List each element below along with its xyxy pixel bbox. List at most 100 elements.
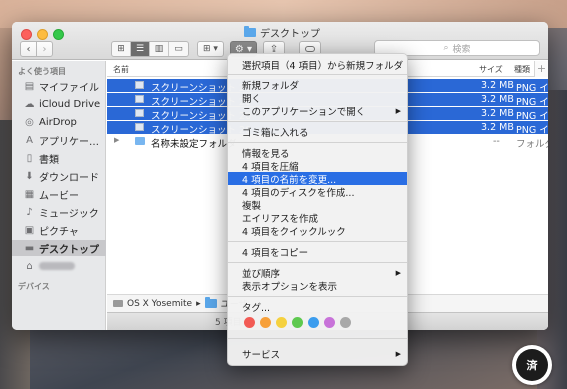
submenu-arrow-icon: ▶ (395, 349, 401, 358)
tag-green-dot[interactable] (292, 317, 303, 328)
music-icon: ♪ (26, 206, 33, 218)
sidebar-heading-devices: デバイス (18, 282, 50, 291)
airdrop-icon: ◎ (25, 116, 34, 128)
context-menu: 選択項目（4 項目）から新規フォルダ 新規フォルダ 開く このアプリケーションで… (227, 53, 408, 366)
menu-item-duplicate[interactable]: 複製 (228, 198, 407, 212)
fullscreen-window-button[interactable] (53, 29, 64, 40)
file-kind: フォルダ (516, 139, 548, 150)
column-view-icon[interactable]: ▥ (150, 42, 169, 56)
sidebar-item-home[interactable]: ⌂ (12, 258, 106, 274)
sidebar-heading-favorites: よく使う項目 (18, 67, 66, 76)
sidebar-item-pictures[interactable]: ▣ ピクチャ (12, 222, 106, 238)
add-column-button[interactable]: + (534, 61, 548, 77)
menu-separator (228, 296, 407, 297)
file-name: 名称未設定フォルダ (151, 139, 237, 150)
menu-item-show-view-options[interactable]: 表示オプションを表示 (228, 279, 407, 293)
sidebar: よく使う項目 ▤ マイファイル ☁ iCloud Drive ◎ AirDrop… (12, 61, 106, 330)
folder-icon (244, 25, 256, 37)
sidebar-item-desktop[interactable]: ▬ デスクトップ (12, 240, 106, 256)
file-kind: PNG イ (516, 111, 548, 122)
sidebar-item-music[interactable]: ♪ ミュージック (12, 204, 106, 220)
file-kind: PNG イ (516, 125, 548, 136)
menu-item-sort-by[interactable]: 並び順序 ▶ (228, 266, 407, 280)
coverflow-view-icon[interactable]: ▭ (169, 42, 188, 56)
pictures-icon: ▣ (24, 224, 35, 236)
path-item-volume[interactable]: OS X Yosemite (127, 299, 192, 309)
menu-item-quick-look[interactable]: 4 項目をクイックルック (228, 224, 407, 238)
menu-item-rename[interactable]: 4 項目の名前を変更... (228, 172, 407, 186)
list-view-icon[interactable]: ☰ (131, 42, 150, 56)
forward-button[interactable]: › (36, 41, 53, 57)
tag-purple-dot[interactable] (324, 317, 335, 328)
minimize-window-button[interactable] (37, 29, 48, 40)
path-separator-icon: ▸ (196, 298, 201, 309)
file-size: -- (493, 136, 500, 147)
column-header-name[interactable]: 名前 (113, 64, 129, 75)
image-file-icon (135, 123, 144, 131)
sidebar-item-movies[interactable]: ▦ ムービー (12, 186, 106, 202)
sidebar-item-downloads[interactable]: ⬇ ダウンロード (12, 168, 106, 184)
file-size: 3.2 MB (481, 122, 514, 133)
menu-item-open-with[interactable]: このアプリケーションで開く ▶ (228, 104, 407, 118)
sidebar-item-applications[interactable]: A アプリケー… (12, 132, 106, 148)
watermark-badge: 済 (512, 345, 552, 385)
close-window-button[interactable] (21, 29, 32, 40)
menu-item-burn-to-disc[interactable]: 4 項目のディスクを作成... (228, 185, 407, 199)
movies-icon: ▦ (24, 188, 35, 200)
image-file-icon (135, 109, 144, 117)
home-folder-name-redacted (39, 262, 75, 270)
tag-orange-dot[interactable] (260, 317, 271, 328)
tag-color-picker (244, 317, 351, 328)
menu-separator (228, 74, 407, 75)
cloud-icon: ☁ (24, 98, 35, 110)
menu-item-services[interactable]: サービス ▶ (228, 347, 407, 361)
sidebar-item-all-my-files[interactable]: ▤ マイファイル (12, 78, 106, 94)
file-kind: PNG イ (516, 83, 548, 94)
menu-item-make-alias[interactable]: エイリアスを作成 (228, 211, 407, 225)
home-icon: ⌂ (26, 260, 33, 272)
downloads-icon: ⬇ (25, 170, 34, 182)
menu-separator (228, 241, 407, 242)
file-size: 3.2 MB (481, 108, 514, 119)
menu-item-move-to-trash[interactable]: ゴミ箱に入れる (228, 125, 407, 139)
menu-item-get-info[interactable]: 情報を見る (228, 146, 407, 160)
submenu-arrow-icon: ▶ (395, 268, 401, 277)
column-header-kind[interactable]: 種類 (514, 64, 530, 75)
sidebar-item-airdrop[interactable]: ◎ AirDrop (12, 114, 106, 130)
menu-item-open[interactable]: 開く (228, 91, 407, 105)
menu-item-new-folder[interactable]: 新規フォルダ (228, 78, 407, 92)
view-mode-selector: ⊞ ☰ ▥ ▭ (111, 41, 189, 57)
file-size: 3.2 MB (481, 80, 514, 91)
menu-item-new-folder-with-selection[interactable]: 選択項目（4 項目）から新規フォルダ (228, 58, 407, 72)
search-placeholder: 検索 (452, 44, 471, 55)
tag-gray-dot[interactable] (340, 317, 351, 328)
menu-item-tags[interactable]: タグ... (228, 300, 407, 314)
image-file-icon (135, 95, 144, 103)
tag-icon (305, 46, 315, 52)
desktop-icon: ▬ (24, 242, 35, 254)
menu-item-compress[interactable]: 4 項目を圧縮 (228, 159, 407, 173)
arrange-button[interactable]: ⊞ ▾ (197, 41, 224, 57)
file-size: 3.2 MB (481, 94, 514, 105)
window-title: デスクトップ (244, 25, 320, 40)
documents-icon: ▯ (26, 152, 33, 164)
tag-yellow-dot[interactable] (276, 317, 287, 328)
tag-red-dot[interactable] (244, 317, 255, 328)
menu-separator (228, 142, 407, 143)
tag-blue-dot[interactable] (308, 317, 319, 328)
sidebar-item-documents[interactable]: ▯ 書類 (12, 150, 106, 166)
file-kind: PNG イ (516, 97, 548, 108)
folder-icon (135, 137, 145, 145)
window-title-text: デスクトップ (260, 28, 320, 40)
menu-separator (228, 262, 407, 263)
column-header-size[interactable]: サイズ (479, 64, 503, 75)
disclosure-triangle-icon[interactable]: ▶ (114, 136, 119, 144)
sidebar-item-icloud-drive[interactable]: ☁ iCloud Drive (12, 96, 106, 112)
menu-separator (228, 338, 407, 339)
icon-view-icon[interactable]: ⊞ (112, 42, 131, 56)
all-files-icon: ▤ (24, 80, 35, 92)
menu-item-copy[interactable]: 4 項目をコピー (228, 245, 407, 259)
back-button[interactable]: ‹ (20, 41, 37, 57)
menu-separator (228, 121, 407, 122)
hard-disk-icon (113, 300, 123, 307)
